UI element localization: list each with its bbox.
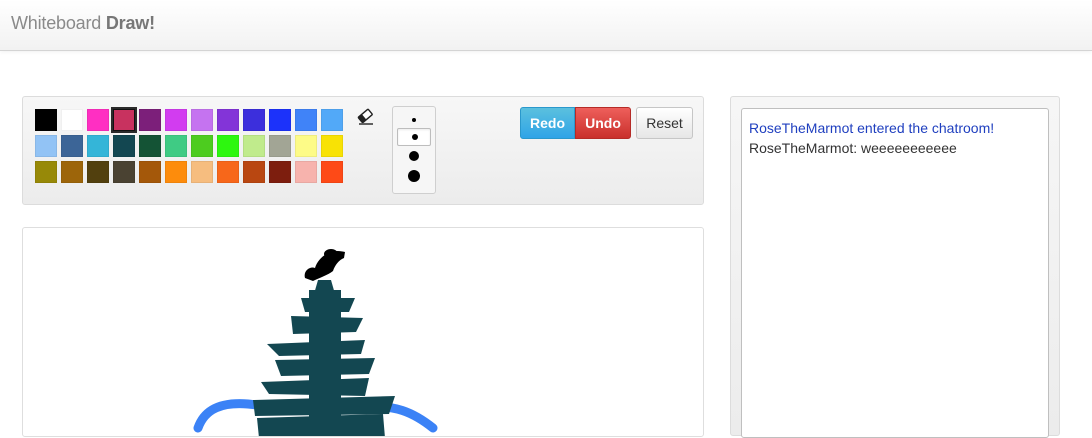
color-swatch[interactable] (61, 135, 83, 157)
color-swatch[interactable] (321, 135, 343, 157)
drawing-toolbar: Redo Undo Reset (22, 96, 704, 205)
color-swatch[interactable] (165, 161, 187, 183)
color-swatch[interactable] (217, 161, 239, 183)
eraser-icon[interactable] (356, 107, 376, 127)
color-swatch[interactable] (61, 161, 83, 183)
chat-panel: RoseTheMarmot entered the chatroom! RoseT… (730, 96, 1060, 438)
reset-button[interactable]: Reset (636, 107, 693, 139)
color-swatch[interactable] (295, 135, 317, 157)
color-swatch[interactable] (87, 161, 109, 183)
color-swatch[interactable] (269, 135, 291, 157)
color-swatch[interactable] (87, 109, 109, 131)
color-swatch[interactable] (61, 109, 83, 131)
brand-bold-text: Draw! (105, 13, 155, 33)
brush-size-large[interactable] (397, 147, 431, 165)
color-swatch[interactable] (217, 109, 239, 131)
color-swatch[interactable] (35, 135, 57, 157)
app-brand[interactable]: Whiteboard Draw! (11, 13, 155, 34)
color-swatch[interactable] (217, 135, 239, 157)
color-swatch[interactable] (165, 135, 187, 157)
color-swatch[interactable] (243, 135, 265, 157)
color-swatch[interactable] (165, 109, 187, 131)
brush-size-extra-large[interactable] (397, 167, 431, 185)
size-dot (412, 134, 418, 140)
bird-drawing (304, 249, 345, 281)
brand-light-text: Whiteboard (11, 13, 102, 33)
color-swatch[interactable] (87, 135, 109, 157)
size-dot (408, 170, 420, 182)
color-swatch[interactable] (191, 161, 213, 183)
brush-size-small[interactable] (397, 111, 431, 129)
color-swatch[interactable] (321, 109, 343, 131)
color-swatch[interactable] (113, 161, 135, 183)
chat-message: RoseTheMarmot: weeeeeeeeeee (749, 140, 957, 156)
color-swatch[interactable] (191, 135, 213, 157)
color-swatch[interactable] (243, 109, 265, 131)
color-swatch[interactable] (113, 135, 135, 157)
brush-size-picker (392, 106, 436, 194)
color-swatch[interactable] (295, 161, 317, 183)
tree-drawing (253, 280, 395, 436)
size-dot (412, 118, 416, 122)
color-swatch[interactable] (321, 161, 343, 183)
drawing-canvas[interactable] (22, 227, 704, 437)
brush-size-medium[interactable] (397, 128, 431, 146)
color-swatch[interactable] (111, 107, 137, 133)
color-swatch[interactable] (191, 109, 213, 131)
color-swatch[interactable] (139, 135, 161, 157)
chat-log[interactable]: RoseTheMarmot entered the chatroom! RoseT… (741, 108, 1049, 438)
color-swatch[interactable] (243, 161, 265, 183)
size-dot (409, 151, 419, 161)
redo-button[interactable]: Redo (520, 107, 575, 139)
color-swatch[interactable] (269, 109, 291, 131)
canvas-drawing (193, 249, 438, 436)
undo-button[interactable]: Undo (575, 107, 631, 139)
color-swatch[interactable] (35, 161, 57, 183)
color-swatch[interactable] (269, 161, 291, 183)
color-swatch[interactable] (139, 161, 161, 183)
color-swatch[interactable] (35, 109, 57, 131)
navbar: Whiteboard Draw! (0, 0, 1092, 51)
color-swatch[interactable] (139, 109, 161, 131)
chat-system-message: RoseTheMarmot entered the chatroom! (749, 120, 995, 136)
color-swatch[interactable] (295, 109, 317, 131)
